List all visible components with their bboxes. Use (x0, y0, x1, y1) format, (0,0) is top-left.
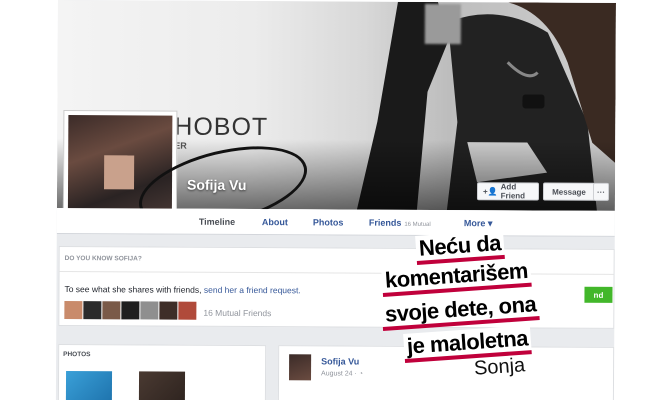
do-you-know-title: DO YOU KNOW SOFIJA? (64, 255, 142, 263)
mutual-friend-avatar[interactable] (140, 301, 159, 320)
quote-line: komentarišem (381, 257, 532, 297)
mutual-friend-avatar[interactable] (102, 301, 121, 320)
page: HOBOT ER Sofija Vu +👤 Add Friend Message… (0, 0, 670, 400)
know-text-prefix: To see what she shares with friends, (64, 284, 202, 295)
cover-face-blur (424, 3, 461, 45)
cover-brand-text: HOBOT (174, 112, 269, 142)
photo-thumbnail[interactable] (138, 371, 186, 400)
message-button[interactable]: Message (542, 182, 596, 201)
quote-line-text: komentarišem (381, 257, 532, 297)
quote-overlay: Neću da komentarišem svoje dete, ona je … (370, 222, 570, 392)
mutual-friends-avatars (64, 301, 197, 320)
quote-line: Neću da (415, 229, 505, 265)
mutual-friend-avatar[interactable] (121, 301, 140, 320)
quote-line-text: svoje dete, ona (381, 291, 541, 331)
quote-author: Sonja (473, 354, 526, 380)
tab-about[interactable]: About (262, 217, 288, 227)
profile-face-blur (104, 155, 135, 190)
tab-timeline[interactable]: Timeline (199, 217, 235, 227)
photo-thumbnail[interactable] (65, 371, 113, 400)
post-author-name[interactable]: Sofija Vu (321, 356, 359, 366)
mutual-friend-avatar[interactable] (64, 301, 83, 320)
more-options-button[interactable]: ··· (592, 182, 610, 201)
quote-line: svoje dete, ona (381, 291, 541, 331)
mutual-friend-avatar[interactable] (83, 301, 102, 320)
do-you-know-text: To see what she shares with friends, sen… (64, 284, 300, 295)
mutual-friends-count[interactable]: 16 Mutual Friends (203, 308, 271, 318)
tab-photos[interactable]: Photos (313, 217, 344, 227)
add-friend-label: Add Friend (500, 182, 526, 201)
mutual-friend-avatar[interactable] (159, 301, 178, 320)
post-date[interactable]: August 24 · ◔ (321, 370, 363, 377)
post-avatar[interactable] (289, 354, 312, 381)
add-friend-green-button[interactable]: nd (584, 286, 613, 303)
add-friend-icon: +👤 (482, 186, 498, 196)
photos-title: PHOTOS (63, 351, 91, 359)
photos-box: PHOTOS (57, 344, 267, 400)
send-friend-request-link[interactable]: send her a friend request. (204, 285, 301, 296)
quote-line: je maloletna (403, 325, 532, 363)
mutual-friend-avatar[interactable] (178, 301, 197, 320)
add-friend-button[interactable]: +👤 Add Friend (476, 182, 540, 201)
